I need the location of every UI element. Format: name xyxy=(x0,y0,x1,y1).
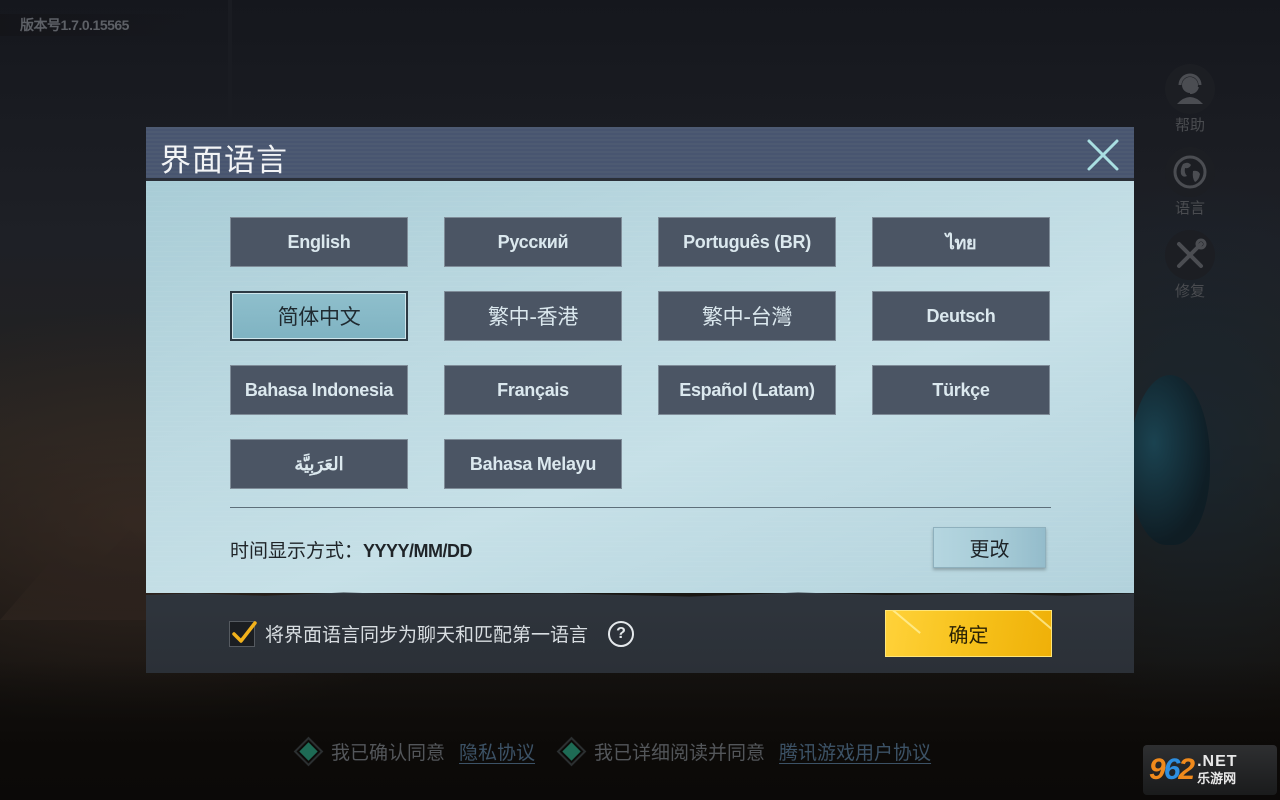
watermark-suffix: .NET xyxy=(1197,753,1238,770)
language-option-0[interactable]: English xyxy=(230,217,408,267)
privacy-agree-text: 我已确认同意 xyxy=(331,742,446,764)
confirm-button[interactable]: 确定 xyxy=(885,610,1052,657)
language-grid: English Русский Português (BR) ไทย 简体中文 繁中-香港… xyxy=(230,217,1050,489)
wrench-screwdriver-icon xyxy=(1165,230,1215,280)
sync-language-checkbox[interactable] xyxy=(229,620,257,647)
version-label: 版本号1.7.0.15565 xyxy=(0,14,190,36)
diamond-icon xyxy=(556,736,587,767)
language-option-12[interactable]: العَرَبِيَّة xyxy=(230,439,408,489)
language-button[interactable]: 语言 xyxy=(1160,147,1220,217)
language-option-7[interactable]: Deutsch xyxy=(872,291,1050,341)
headset-icon xyxy=(1165,64,1215,114)
privacy-policy-link[interactable]: 隐私协议 xyxy=(459,738,535,765)
watermark-subtitle: 乐游网 xyxy=(1197,772,1237,787)
language-option-10[interactable]: Español (Latam) xyxy=(658,365,836,415)
background-tower xyxy=(228,0,232,120)
language-option-3[interactable]: ไทย xyxy=(872,217,1050,267)
watermark-digit: 2 xyxy=(1178,753,1195,786)
user-agreement-text: 我已详细阅读并同意 xyxy=(594,742,766,764)
confirm-label: 确定 xyxy=(948,623,989,647)
dialog-header: 界面语言 xyxy=(146,127,1134,181)
language-option-9[interactable]: Français xyxy=(444,365,622,415)
time-format-label: 时间显示方式： xyxy=(230,540,364,562)
language-option-13[interactable]: Bahasa Melayu xyxy=(444,439,622,489)
language-option-8[interactable]: Bahasa Indonesia xyxy=(230,365,408,415)
repair-button[interactable]: 修复 xyxy=(1160,230,1220,300)
time-format-value: YYYY/MM/DD xyxy=(363,541,473,561)
watermark-logo: 962 .NET 乐游网 xyxy=(1143,745,1277,795)
sync-language-label: 将界面语言同步为聊天和匹配第一语言 xyxy=(265,624,589,646)
language-option-4[interactable]: 简体中文 xyxy=(230,291,408,341)
background-egg-object xyxy=(1130,375,1210,545)
language-option-5[interactable]: 繁中-香港 xyxy=(444,291,622,341)
help-label: 帮助 xyxy=(1174,116,1205,134)
language-dialog: 界面语言 English Русский Português (BR) ไทย 简体中文… xyxy=(146,127,1134,673)
help-question-icon[interactable]: ? xyxy=(608,620,635,647)
close-button[interactable] xyxy=(1083,135,1123,175)
time-format-row: 时间显示方式： YYYY/MM/DD xyxy=(230,536,473,563)
sync-language-row: 将界面语言同步为聊天和匹配第一语言 ? xyxy=(229,620,635,647)
repair-label: 修复 xyxy=(1174,282,1205,300)
change-time-format-button[interactable]: 更改 xyxy=(933,527,1046,568)
help-button[interactable]: 帮助 xyxy=(1160,64,1220,134)
globe-icon xyxy=(1165,147,1215,197)
watermark-digit: 6 xyxy=(1163,753,1181,786)
divider xyxy=(230,507,1051,508)
side-menu: 帮助 语言 修复 xyxy=(1160,64,1220,313)
diamond-icon xyxy=(293,736,324,767)
language-option-11[interactable]: Türkçe xyxy=(872,365,1050,415)
language-option-6[interactable]: 繁中-台灣 xyxy=(658,291,836,341)
background-foliage xyxy=(0,660,1280,800)
language-label: 语言 xyxy=(1174,199,1205,217)
close-icon xyxy=(1087,139,1119,171)
language-option-1[interactable]: Русский xyxy=(444,217,622,267)
watermark-number: 962 xyxy=(1149,753,1195,787)
dialog-title: 界面语言 xyxy=(160,143,288,179)
checkmark-icon xyxy=(232,620,257,643)
watermark-digit: 9 xyxy=(1149,753,1166,786)
user-agreement-link[interactable]: 腾讯游戏用户协议 xyxy=(779,738,931,765)
dialog-body: English Русский Português (BR) ไทย 简体中文 繁中-香港… xyxy=(146,181,1134,593)
agreements-row: 我已确认同意 隐私协议 我已详细阅读并同意 腾讯游戏用户协议 xyxy=(293,736,957,767)
language-option-2[interactable]: Português (BR) xyxy=(658,217,836,267)
